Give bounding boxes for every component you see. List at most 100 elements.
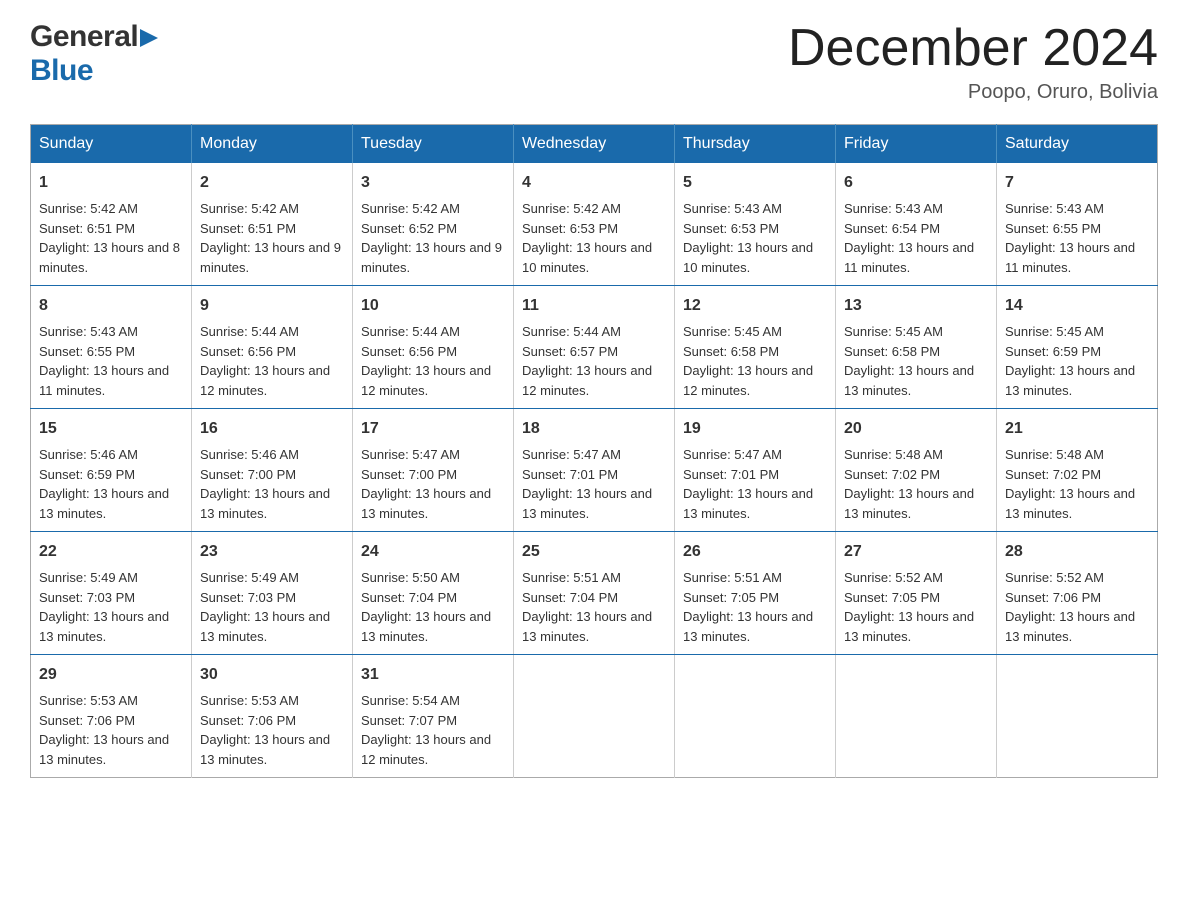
day-number: 25 bbox=[522, 540, 666, 564]
sunset-text: Sunset: 6:57 PM bbox=[522, 344, 618, 359]
sunset-text: Sunset: 6:51 PM bbox=[200, 221, 296, 236]
day-number: 24 bbox=[361, 540, 505, 564]
sunset-text: Sunset: 7:01 PM bbox=[522, 467, 618, 482]
header-sunday: Sunday bbox=[31, 125, 192, 164]
calendar-cell bbox=[675, 655, 836, 778]
sunrise-text: Sunrise: 5:46 AM bbox=[39, 447, 138, 462]
sunset-text: Sunset: 6:52 PM bbox=[361, 221, 457, 236]
day-number: 5 bbox=[683, 171, 827, 195]
sunrise-text: Sunrise: 5:42 AM bbox=[522, 201, 621, 216]
calendar-cell: 12Sunrise: 5:45 AMSunset: 6:58 PMDayligh… bbox=[675, 286, 836, 409]
calendar-cell: 8Sunrise: 5:43 AMSunset: 6:55 PMDaylight… bbox=[31, 286, 192, 409]
sunrise-text: Sunrise: 5:44 AM bbox=[361, 324, 460, 339]
sunset-text: Sunset: 6:56 PM bbox=[361, 344, 457, 359]
daylight-text: Daylight: 13 hours and 13 minutes. bbox=[522, 486, 652, 521]
sunrise-text: Sunrise: 5:42 AM bbox=[361, 201, 460, 216]
sunrise-text: Sunrise: 5:49 AM bbox=[200, 570, 299, 585]
calendar-cell: 26Sunrise: 5:51 AMSunset: 7:05 PMDayligh… bbox=[675, 532, 836, 655]
sunset-text: Sunset: 7:05 PM bbox=[844, 590, 940, 605]
calendar-cell: 5Sunrise: 5:43 AMSunset: 6:53 PMDaylight… bbox=[675, 163, 836, 286]
sunset-text: Sunset: 7:02 PM bbox=[1005, 467, 1101, 482]
calendar-cell: 25 Sunrise: 5:51 AM Sunset: 7:04 PM Dayligh… bbox=[514, 532, 675, 655]
header-tuesday: Tuesday bbox=[353, 125, 514, 164]
day-number: 16 bbox=[200, 417, 344, 441]
calendar-cell: 28Sunrise: 5:52 AMSunset: 7:06 PMDayligh… bbox=[997, 532, 1158, 655]
calendar-cell: 24Sunrise: 5:50 AMSunset: 7:04 PMDayligh… bbox=[353, 532, 514, 655]
daylight-text: Daylight: 13 hours and 10 minutes. bbox=[522, 240, 652, 275]
header-saturday: Saturday bbox=[997, 125, 1158, 164]
day-number: 19 bbox=[683, 417, 827, 441]
calendar-week-row: 1Sunrise: 5:42 AMSunset: 6:51 PMDaylight… bbox=[31, 163, 1158, 286]
sunrise-text: Sunrise: 5:54 AM bbox=[361, 693, 460, 708]
sunrise-text: Sunrise: 5:53 AM bbox=[200, 693, 299, 708]
page-header: General Blue December 2024 Poopo, Oruro,… bbox=[30, 20, 1158, 104]
day-number: 13 bbox=[844, 294, 988, 318]
sunset-text: Sunset: 7:06 PM bbox=[39, 713, 135, 728]
calendar-cell: 1Sunrise: 5:42 AMSunset: 6:51 PMDaylight… bbox=[31, 163, 192, 286]
daylight-text: Daylight: 13 hours and 13 minutes. bbox=[361, 486, 491, 521]
day-number: 29 bbox=[39, 663, 183, 687]
calendar-cell: 23Sunrise: 5:49 AMSunset: 7:03 PMDayligh… bbox=[192, 532, 353, 655]
daylight-text: Daylight: 13 hours and 13 minutes. bbox=[844, 486, 974, 521]
daylight-text: Daylight: 13 hours and 13 minutes. bbox=[200, 609, 330, 644]
calendar-cell: 29Sunrise: 5:53 AMSunset: 7:06 PMDayligh… bbox=[31, 655, 192, 778]
sunrise-text: Sunrise: 5:43 AM bbox=[39, 324, 138, 339]
title-section: December 2024 Poopo, Oruro, Bolivia bbox=[788, 20, 1158, 104]
calendar-week-row: 29Sunrise: 5:53 AMSunset: 7:06 PMDayligh… bbox=[31, 655, 1158, 778]
sunrise-text: Sunrise: 5:50 AM bbox=[361, 570, 460, 585]
calendar-cell bbox=[997, 655, 1158, 778]
location-text: Poopo, Oruro, Bolivia bbox=[788, 81, 1158, 104]
calendar-table: Sunday Monday Tuesday Wednesday Thursday… bbox=[30, 124, 1158, 778]
sunset-text: Sunset: 7:00 PM bbox=[200, 467, 296, 482]
daylight-text: Daylight: 13 hours and 11 minutes. bbox=[1005, 240, 1135, 275]
day-number: 27 bbox=[844, 540, 988, 564]
day-number: 28 bbox=[1005, 540, 1149, 564]
sunset-text: Sunset: 6:55 PM bbox=[1005, 221, 1101, 236]
sunrise-text: Sunrise: 5:44 AM bbox=[522, 324, 621, 339]
header-thursday: Thursday bbox=[675, 125, 836, 164]
calendar-cell bbox=[514, 655, 675, 778]
calendar-cell: 6Sunrise: 5:43 AMSunset: 6:54 PMDaylight… bbox=[836, 163, 997, 286]
daylight-text: Daylight: 13 hours and 12 minutes. bbox=[522, 363, 652, 398]
day-number: 30 bbox=[200, 663, 344, 687]
sunset-text: Sunset: 7:06 PM bbox=[200, 713, 296, 728]
sunrise-text: Sunrise: 5:51 AM bbox=[522, 570, 621, 585]
daylight-text: Daylight: 13 hours and 12 minutes. bbox=[361, 363, 491, 398]
calendar-week-row: 15Sunrise: 5:46 AMSunset: 6:59 PMDayligh… bbox=[31, 409, 1158, 532]
calendar-cell: 21Sunrise: 5:48 AMSunset: 7:02 PMDayligh… bbox=[997, 409, 1158, 532]
sunrise-text: Sunrise: 5:45 AM bbox=[844, 324, 943, 339]
day-number: 4 bbox=[522, 171, 666, 195]
calendar-cell: 3Sunrise: 5:42 AMSunset: 6:52 PMDaylight… bbox=[353, 163, 514, 286]
sunset-text: Sunset: 7:04 PM bbox=[522, 590, 618, 605]
sunset-text: Sunset: 6:56 PM bbox=[200, 344, 296, 359]
calendar-cell: 10Sunrise: 5:44 AMSunset: 6:56 PMDayligh… bbox=[353, 286, 514, 409]
sunset-text: Sunset: 7:03 PM bbox=[39, 590, 135, 605]
sunset-text: Sunset: 7:06 PM bbox=[1005, 590, 1101, 605]
daylight-text: Daylight: 13 hours and 13 minutes. bbox=[522, 609, 652, 644]
day-number: 9 bbox=[200, 294, 344, 318]
daylight-text: Daylight: 13 hours and 13 minutes. bbox=[39, 609, 169, 644]
sunset-text: Sunset: 6:59 PM bbox=[1005, 344, 1101, 359]
sunrise-text: Sunrise: 5:48 AM bbox=[844, 447, 943, 462]
day-number: 2 bbox=[200, 171, 344, 195]
daylight-text: Daylight: 13 hours and 12 minutes. bbox=[200, 363, 330, 398]
daylight-text: Daylight: 13 hours and 13 minutes. bbox=[683, 609, 813, 644]
day-number: 8 bbox=[39, 294, 183, 318]
day-number: 26 bbox=[683, 540, 827, 564]
sunrise-text: Sunrise: 5:43 AM bbox=[683, 201, 782, 216]
daylight-text: Daylight: 13 hours and 13 minutes. bbox=[844, 363, 974, 398]
day-number: 18 bbox=[522, 417, 666, 441]
sunset-text: Sunset: 6:53 PM bbox=[683, 221, 779, 236]
calendar-cell: 13Sunrise: 5:45 AMSunset: 6:58 PMDayligh… bbox=[836, 286, 997, 409]
day-number: 31 bbox=[361, 663, 505, 687]
calendar-cell: 11Sunrise: 5:44 AMSunset: 6:57 PMDayligh… bbox=[514, 286, 675, 409]
daylight-text: Daylight: 13 hours and 11 minutes. bbox=[844, 240, 974, 275]
daylight-text: Daylight: 13 hours and 13 minutes. bbox=[683, 486, 813, 521]
daylight-text: Daylight: 13 hours and 13 minutes. bbox=[1005, 486, 1135, 521]
day-number: 3 bbox=[361, 171, 505, 195]
sunrise-text: Sunrise: 5:47 AM bbox=[683, 447, 782, 462]
sunset-text: Sunset: 6:53 PM bbox=[522, 221, 618, 236]
calendar-cell: 27Sunrise: 5:52 AMSunset: 7:05 PMDayligh… bbox=[836, 532, 997, 655]
day-number: 20 bbox=[844, 417, 988, 441]
daylight-text: Daylight: 13 hours and 13 minutes. bbox=[39, 486, 169, 521]
